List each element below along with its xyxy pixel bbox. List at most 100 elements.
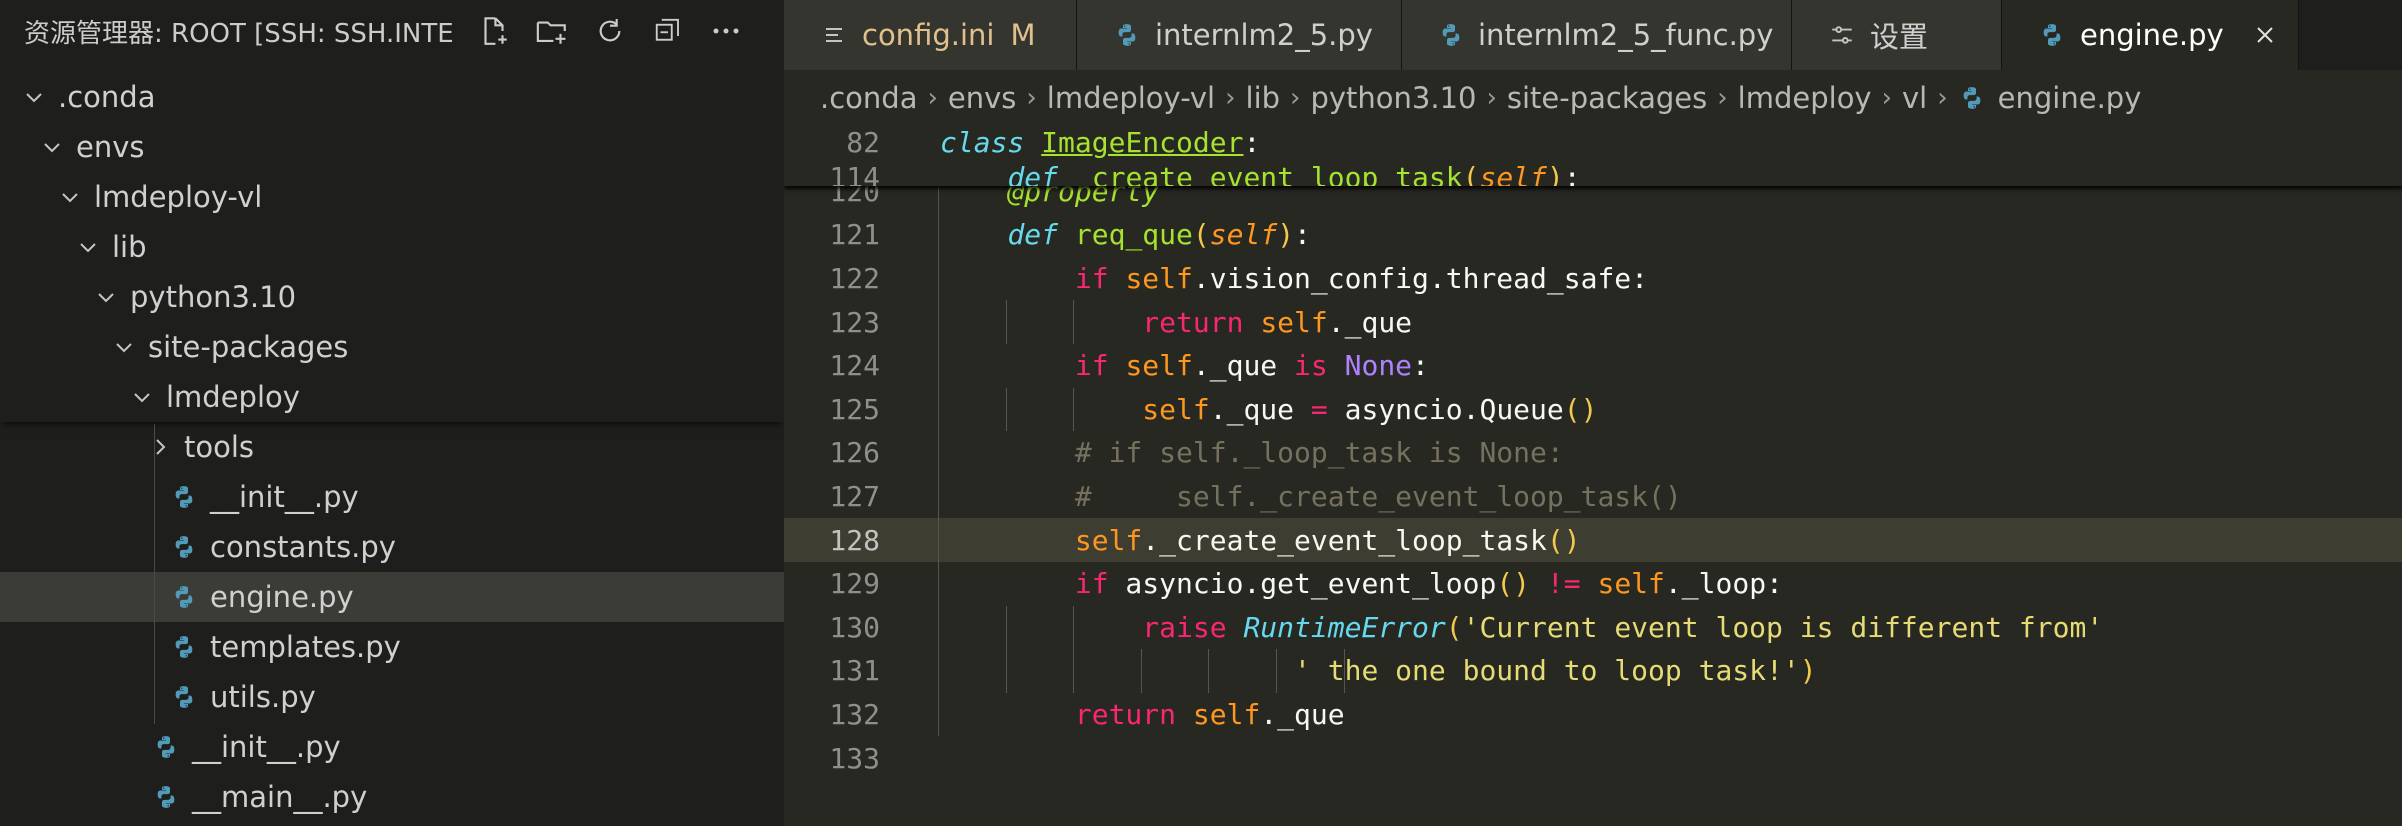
new-file-icon[interactable]: [475, 12, 513, 50]
breadcrumb-item[interactable]: python3.10: [1310, 81, 1476, 115]
tree-file[interactable]: templates.py: [0, 622, 784, 672]
tree-file[interactable]: engine.py: [0, 572, 784, 622]
code-line[interactable]: 130 raise RuntimeError('Current event lo…: [784, 605, 2402, 650]
indent-guide: [938, 692, 939, 737]
tree-folder[interactable]: lmdeploy: [0, 372, 784, 422]
sticky-line-class[interactable]: 82 class ImageEncoder:: [784, 126, 2402, 160]
chevron-right-icon[interactable]: [146, 433, 174, 461]
tree-folder[interactable]: site-packages: [0, 322, 784, 372]
tree-item-label: lmdeploy: [166, 380, 300, 414]
tree-file[interactable]: __init__.py: [0, 722, 784, 772]
tab-label: 设置: [1870, 20, 1929, 54]
code-line[interactable]: 126 # if self._loop_task is None:: [784, 431, 2402, 475]
breadcrumb-item[interactable]: vl: [1902, 81, 1927, 115]
tree-file[interactable]: utils.py: [0, 672, 784, 722]
code-line[interactable]: 127 # self._create_event_loop_task(): [784, 474, 2402, 519]
new-folder-icon[interactable]: [533, 12, 571, 50]
code-token: self: [1142, 392, 1210, 426]
line-number: 131: [829, 654, 880, 688]
tree-folder[interactable]: .conda: [0, 72, 784, 122]
tree-folder[interactable]: envs: [0, 122, 784, 172]
code-line[interactable]: 133: [784, 736, 2402, 780]
tab--[interactable]: 设置: [1792, 0, 2002, 70]
chevron-down-icon[interactable]: [92, 283, 120, 311]
breadcrumb-item[interactable]: lib: [1246, 81, 1281, 115]
file-tree: .conda envs lmdeploy-vl lib python3.10 site-p…: [0, 72, 784, 822]
tree-file[interactable]: __main__.py: [0, 772, 784, 822]
indent-guide: [938, 562, 939, 606]
indent-guide: [938, 649, 939, 693]
chevron-down-icon[interactable]: [74, 233, 102, 261]
sticky-peek-line-number: 114: [829, 161, 880, 186]
python-file-icon: [152, 783, 180, 811]
editor-tabs: config.ini Minternlm2_5.py internlm2_5_fun…: [784, 0, 2402, 70]
tree-folder[interactable]: lmdeploy-vl: [0, 172, 784, 222]
code-line[interactable]: 129 if asyncio.get_event_loop() != self.…: [784, 562, 2402, 606]
tree-folder[interactable]: lib: [0, 222, 784, 272]
code-text: # if self._loop_task is None:: [940, 436, 1564, 469]
python-file-icon: [152, 733, 180, 761]
class-name: ImageEncoder: [1041, 126, 1244, 159]
chevron-down-icon[interactable]: [38, 133, 66, 161]
explorer-sidebar: 资源管理器: ROOT [SSH: SSH.INTERN... .conda en…: [0, 0, 784, 826]
breadcrumb-separator-icon: ›: [1290, 83, 1301, 113]
code-token: def: [1007, 218, 1059, 252]
code-line[interactable]: 132 return self._que: [784, 692, 2402, 737]
code-text: return self._que: [940, 306, 1412, 339]
breadcrumb-item[interactable]: site-packages: [1507, 81, 1707, 115]
code-text: return self._que: [940, 698, 1345, 731]
tree-file[interactable]: __init__.py: [0, 472, 784, 522]
indent-guide: [1073, 649, 1075, 693]
tree-folder[interactable]: tools: [0, 422, 784, 472]
more-icon[interactable]: [707, 12, 745, 50]
tab-engine-py[interactable]: engine.py: [2002, 0, 2299, 70]
indent-guide: [938, 474, 939, 519]
menu-lines-icon: [820, 21, 848, 49]
collapse-all-icon[interactable]: [649, 12, 687, 50]
python-icon: [2038, 21, 2066, 49]
code-token: (): [1496, 567, 1531, 601]
close-icon[interactable]: [2250, 20, 2280, 50]
tree-item-label: __init__.py: [210, 480, 359, 514]
code-line[interactable]: 123 return self._que: [784, 300, 2402, 344]
code-line[interactable]: 128 self._create_event_loop_task(): [784, 518, 2402, 562]
code-line[interactable]: 131 ' the one bound to loop task!'): [784, 649, 2402, 693]
breadcrumb-item[interactable]: engine.py: [1998, 81, 2142, 115]
python-file-icon: [170, 633, 198, 661]
code-token: # if self._loop_task is None:: [1074, 436, 1564, 470]
code-line[interactable]: 124 if self._que is None:: [784, 344, 2402, 388]
refresh-icon[interactable]: [591, 12, 629, 50]
sticky-scroll[interactable]: 82 class ImageEncoder: 114 def _create_e…: [784, 126, 2402, 186]
chevron-down-icon[interactable]: [20, 83, 48, 111]
tab-internlm2-5-py[interactable]: internlm2_5.py: [1077, 0, 1402, 70]
code-token: :: [1294, 218, 1311, 252]
tree-file[interactable]: constants.py: [0, 522, 784, 572]
breadcrumb-item[interactable]: lmdeploy-vl: [1047, 81, 1215, 115]
breadcrumb-item[interactable]: envs: [948, 81, 1017, 115]
indent-guide: [1005, 300, 1007, 344]
chevron-down-icon[interactable]: [128, 383, 156, 411]
code-editor[interactable]: 82 class ImageEncoder: 114 def _create_e…: [784, 126, 2402, 826]
breadcrumb-item[interactable]: lmdeploy: [1738, 81, 1872, 115]
indent-guide: [1005, 387, 1007, 432]
tab-config-ini[interactable]: config.ini M: [784, 0, 1077, 70]
line-number: 122: [829, 262, 880, 296]
indent-guide: [938, 431, 939, 475]
indent-guide: [938, 300, 939, 344]
code-line[interactable]: 125 self._que = asyncio.Queue(): [784, 387, 2402, 432]
tab-label: internlm2_5_func.py: [1478, 18, 1774, 52]
code-token: ' the one bound to loop task!': [1294, 654, 1800, 688]
code-line[interactable]: 122 if self.vision_config.thread_safe:: [784, 256, 2402, 301]
chevron-down-icon[interactable]: [110, 333, 138, 361]
tab-internlm2-5-func-py[interactable]: internlm2_5_func.py: [1402, 0, 1792, 70]
code-line[interactable]: 121 def req_que(self):: [784, 213, 2402, 257]
code-token: !=: [1546, 567, 1581, 601]
tree-folder[interactable]: python3.10: [0, 272, 784, 322]
chevron-down-icon[interactable]: [56, 183, 84, 211]
settings-sliders-icon: [1828, 21, 1856, 49]
line-number: 123: [829, 305, 880, 339]
breadcrumb-item[interactable]: .conda: [820, 81, 917, 115]
